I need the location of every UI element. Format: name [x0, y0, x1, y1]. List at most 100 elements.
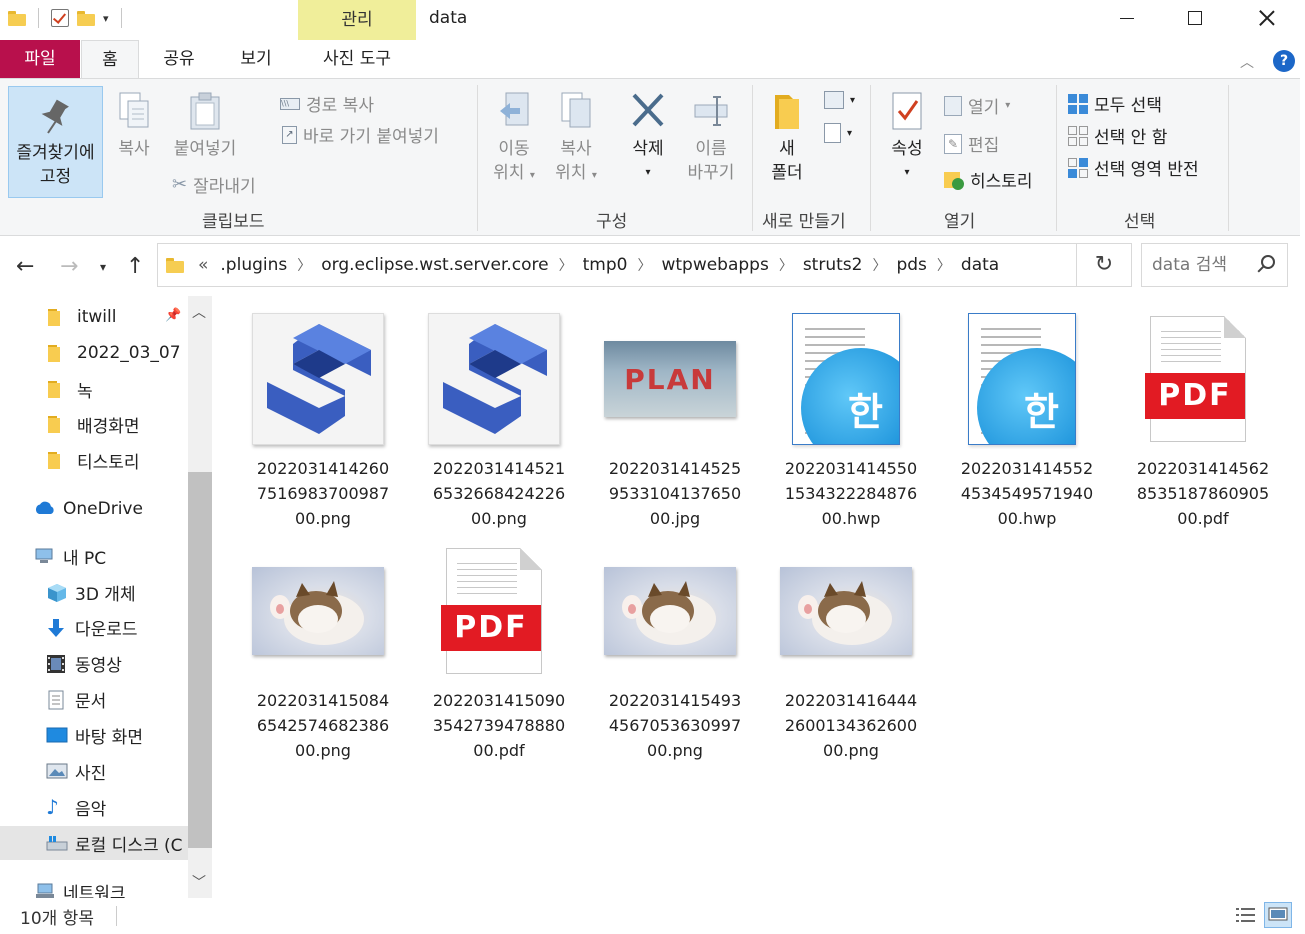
- copy-button[interactable]: 복사: [112, 91, 156, 161]
- pin-to-quick-access-button[interactable]: 즐겨찾기에 고정: [8, 86, 103, 198]
- picture-icon: [46, 762, 68, 780]
- sidebar-item-documents[interactable]: 문서: [0, 682, 188, 716]
- easy-access-button[interactable]: ▾: [824, 123, 852, 143]
- manage-context-tab[interactable]: 관리: [298, 0, 416, 40]
- sidebar-item-downloads[interactable]: 다운로드: [0, 610, 188, 644]
- sidebar-item-pictures[interactable]: 사진: [0, 754, 188, 788]
- search-input[interactable]: [1152, 255, 1257, 275]
- breadcrumb-segment[interactable]: pds: [896, 255, 926, 275]
- paste-button[interactable]: 붙여넣기: [166, 91, 244, 161]
- select-none-label: 선택 안 함: [1094, 128, 1168, 148]
- breadcrumb-chevron-icon[interactable]: 〉: [637, 255, 651, 275]
- file-item[interactable]: 2022031415493 4567053630997 00.png: [568, 528, 744, 760]
- paste-icon: [187, 91, 223, 131]
- copy-path-button[interactable]: \\\ 경로 복사: [280, 91, 374, 116]
- rename-button[interactable]: 이름 바꾸기: [682, 91, 740, 185]
- up-arrow-icon[interactable]: ↑: [126, 254, 144, 279]
- search-box[interactable]: [1141, 243, 1288, 287]
- tab-photo-tools[interactable]: 사진 도구: [298, 40, 416, 78]
- sidebar-item-desktop[interactable]: 바탕 화면: [0, 718, 188, 752]
- select-all-button[interactable]: 모두 선택: [1068, 91, 1162, 116]
- properties-check-icon[interactable]: [51, 9, 69, 27]
- sidebar-item-2022-03-07[interactable]: 2022_03_07: [0, 336, 188, 370]
- file-item[interactable]: PDF 2022031414562 8535187860905 00.pdf: [1096, 296, 1272, 528]
- scissors-icon: ✂: [172, 174, 188, 195]
- scroll-up-icon[interactable]: ︿: [192, 302, 206, 322]
- select-none-button[interactable]: 선택 안 함: [1068, 123, 1167, 148]
- edit-button[interactable]: ✎ 편집: [944, 131, 999, 156]
- tab-share[interactable]: 공유: [148, 40, 210, 78]
- breadcrumb-segment[interactable]: wtpwebapps: [661, 255, 768, 275]
- new-folder-button[interactable]: 새 폴더: [762, 91, 812, 185]
- scroll-down-icon[interactable]: ﹀: [192, 872, 206, 892]
- properties-button[interactable]: 속성 ▾: [884, 91, 930, 185]
- address-overflow[interactable]: «: [198, 255, 208, 275]
- minimize-button[interactable]: [1092, 0, 1162, 36]
- sidebar-item-label: 다운로드: [75, 619, 138, 640]
- copy-to-label-line1: 복사: [560, 139, 592, 159]
- sidebar-item-tistory[interactable]: 티스토리: [0, 443, 188, 477]
- breadcrumb-chevron-icon[interactable]: 〉: [559, 255, 573, 275]
- breadcrumb-segment[interactable]: .plugins: [220, 255, 287, 275]
- copy-to-button[interactable]: 복사 위치 ▾: [548, 91, 604, 188]
- refresh-button[interactable]: ↻: [1077, 243, 1132, 287]
- file-item[interactable]: 한 2022031414552 4534549571940 00.hwp: [920, 296, 1096, 528]
- close-button[interactable]: [1232, 0, 1302, 36]
- breadcrumb-segment[interactable]: struts2: [803, 255, 863, 275]
- tab-file[interactable]: 파일: [0, 40, 80, 78]
- select-none-icon: [1068, 125, 1088, 146]
- history-button[interactable]: 히스토리: [944, 167, 1033, 192]
- search-icon[interactable]: [1261, 255, 1275, 269]
- breadcrumb-segment[interactable]: data: [961, 255, 999, 275]
- sidebar-item-wallpaper[interactable]: 배경화면: [0, 407, 188, 441]
- invert-selection-button[interactable]: 선택 영역 반전: [1068, 155, 1199, 180]
- help-icon[interactable]: ?: [1273, 50, 1295, 72]
- file-item[interactable]: PDF 2022031415090 3542739478880 00.pdf: [392, 528, 568, 760]
- large-icons-view-button[interactable]: [1264, 902, 1292, 928]
- cut-button[interactable]: ✂ 잘라내기: [172, 172, 256, 197]
- folder-icon: [8, 10, 26, 26]
- sidebar-item-music[interactable]: ♪ 음악: [0, 790, 188, 824]
- collapse-ribbon-icon[interactable]: ︿: [1240, 52, 1254, 72]
- sidebar-item-videos[interactable]: 동영상: [0, 646, 188, 680]
- breadcrumb-segment[interactable]: org.eclipse.wst.server.core: [321, 255, 548, 275]
- tab-view[interactable]: 보기: [225, 40, 287, 78]
- new-item-button[interactable]: ▾: [824, 91, 855, 109]
- customize-toolbar-dropdown-icon[interactable]: ▾: [103, 12, 109, 25]
- forward-arrow-icon[interactable]: →: [60, 254, 78, 279]
- sidebar-item-this-pc[interactable]: 내 PC: [0, 539, 188, 573]
- address-bar[interactable]: « .plugins 〉 org.eclipse.wst.server.core…: [157, 243, 1210, 287]
- breadcrumb-chevron-icon[interactable]: 〉: [779, 255, 793, 275]
- maximize-button[interactable]: [1160, 0, 1230, 36]
- file-item[interactable]: 2022031415084 6542574682386 00.png: [216, 528, 392, 760]
- hwp-glyph: 한: [1024, 390, 1059, 434]
- file-item[interactable]: 2022031414260 7516983700987 00.png: [216, 296, 392, 528]
- breadcrumb-chevron-icon[interactable]: 〉: [297, 255, 311, 275]
- breadcrumb-segment[interactable]: tmp0: [583, 255, 628, 275]
- move-to-button[interactable]: 이동 위치 ▾: [486, 91, 542, 188]
- paste-shortcut-button[interactable]: ↗ 바로 가기 붙여넣기: [282, 122, 439, 147]
- open-button[interactable]: 열기 ▾: [944, 93, 1010, 118]
- sidebar-item-itwill[interactable]: itwill: [0, 300, 188, 334]
- sidebar-item-network[interactable]: 네트워크: [0, 874, 188, 898]
- tab-home[interactable]: 홈: [81, 40, 139, 80]
- sidebar-item-3d-objects[interactable]: 3D 개체: [0, 575, 188, 609]
- sidebar-item-local-disk[interactable]: 로컬 디스크 (C: [0, 826, 188, 860]
- breadcrumb-chevron-icon[interactable]: 〉: [937, 255, 951, 275]
- file-item[interactable]: 2022031416444 2600134362600 00.png: [744, 528, 920, 760]
- sidebar-scroll-thumb[interactable]: [188, 472, 212, 848]
- file-item[interactable]: 한 2022031414550 1534322284876 00.hwp: [744, 296, 920, 528]
- recent-locations-chevron-icon[interactable]: ▾: [100, 260, 106, 274]
- sidebar-item-onedrive[interactable]: OneDrive: [0, 492, 188, 526]
- file-thumbnail: 한: [779, 312, 913, 446]
- details-view-button[interactable]: [1232, 902, 1260, 928]
- pdf-label: PDF: [441, 605, 541, 651]
- file-item[interactable]: 2022031414521 6532668424226 00.png: [392, 296, 568, 528]
- file-item[interactable]: PLAN 2022031414525 9533104137650 00.jpg: [568, 296, 744, 528]
- sidebar-item-nok[interactable]: 녹: [0, 372, 188, 406]
- new-folder-icon[interactable]: [77, 10, 95, 26]
- breadcrumb-chevron-icon[interactable]: 〉: [872, 255, 886, 275]
- delete-button[interactable]: 삭제 ▾: [620, 91, 676, 185]
- rename-label-line1: 이름: [695, 139, 727, 159]
- back-arrow-icon[interactable]: ←: [16, 254, 34, 279]
